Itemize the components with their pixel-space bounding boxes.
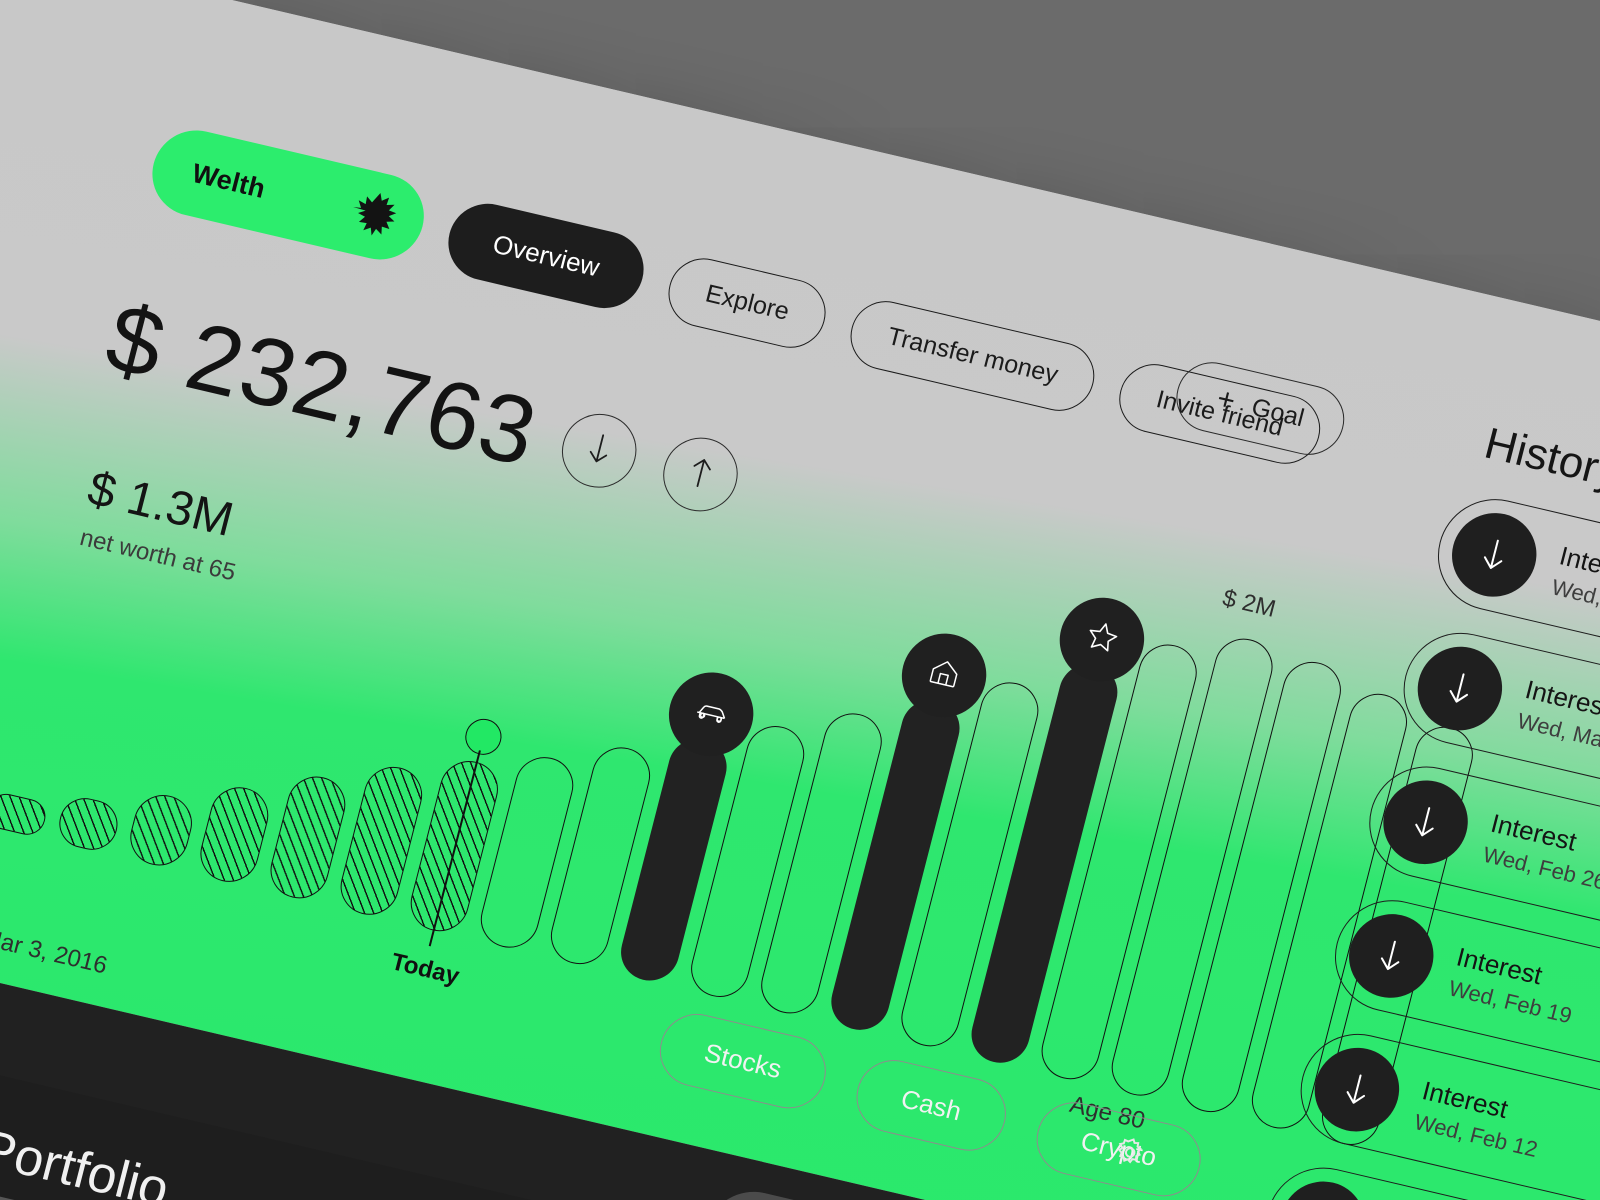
arrow-down-icon <box>1339 905 1443 1007</box>
star-icon <box>1077 613 1127 666</box>
screenshot-stage: Welth Overview Explore Transfer money In… <box>0 0 1600 1200</box>
app-window: Welth Overview Explore Transfer money In… <box>0 0 1600 1200</box>
arrow-down-icon <box>1408 638 1512 739</box>
arrow-down-icon <box>1374 771 1477 873</box>
arrow-down-icon <box>1442 504 1546 606</box>
chart-bar[interactable] <box>194 781 275 888</box>
arrow-down-icon <box>1271 1173 1374 1200</box>
car-icon <box>686 688 736 741</box>
brand-name: Welth <box>189 157 269 204</box>
history-item-subtitle: Wed, Mar 12 <box>1549 573 1600 627</box>
chart-bar[interactable] <box>53 793 123 855</box>
portfolio-title: Portfolio <box>0 1119 175 1200</box>
star-burst-icon <box>347 188 403 243</box>
arrow-down-icon <box>1305 1039 1409 1140</box>
home-icon <box>919 649 969 702</box>
today-marker-dot <box>461 715 506 759</box>
chart-peak-value-label: $ 2M <box>1219 584 1279 623</box>
plus-icon: + <box>1213 382 1239 419</box>
chart-bar[interactable] <box>0 790 50 839</box>
add-goal-label: Goal <box>1248 392 1308 432</box>
chart-bar[interactable] <box>124 789 199 872</box>
chart-bar[interactable] <box>264 770 352 905</box>
